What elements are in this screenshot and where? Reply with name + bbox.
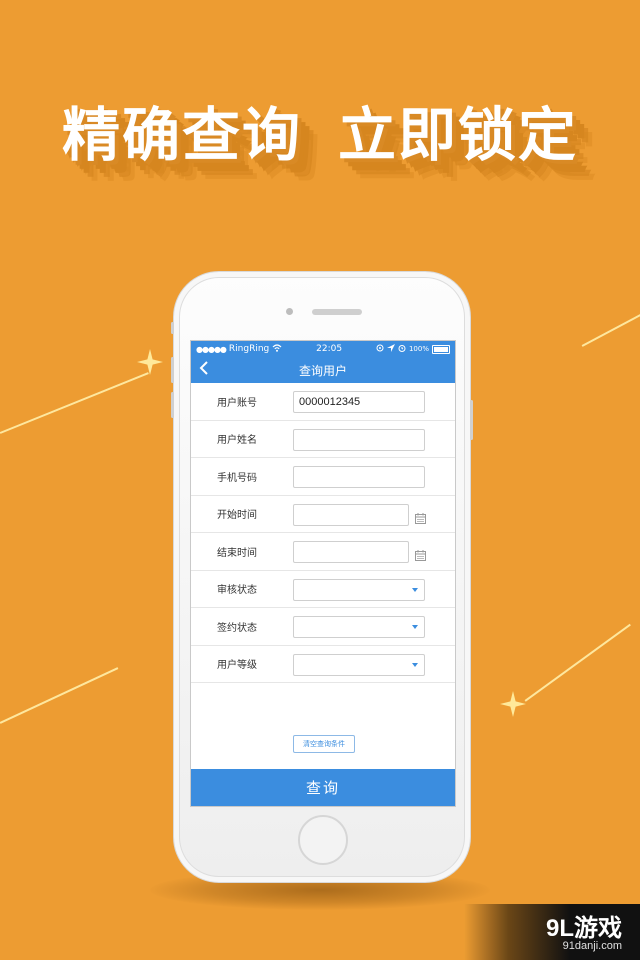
decorative-line: [0, 372, 149, 434]
headline-part-1: 精确查询: [61, 101, 302, 169]
query-button[interactable]: 查询: [191, 769, 455, 806]
chevron-left-icon[interactable]: [199, 361, 209, 378]
end-time-input[interactable]: [293, 541, 409, 563]
carrier-name: RingRing: [228, 344, 270, 354]
caret-down-icon: [412, 587, 418, 592]
watermark-brand: 9L游戏: [545, 915, 622, 942]
battery-percent: 100%: [408, 345, 429, 353]
status-bar: ●●●●● RingRing 22:05 100%: [191, 341, 455, 357]
phone-side-button: [171, 357, 174, 383]
decorative-line: [524, 623, 631, 702]
form-row-sign-status: 签约状态: [191, 608, 455, 646]
review-status-select[interactable]: [293, 578, 425, 601]
wifi-icon: [272, 343, 282, 355]
form-row-account: 用户账号 0000012345: [191, 383, 455, 421]
signal-icon: ●●●●●: [196, 344, 227, 354]
form-row-review-status: 审核状态: [191, 571, 455, 608]
query-form: 用户账号 0000012345 用户姓名 手机号码 开始时间 结束时间 审核状态: [191, 383, 455, 683]
form-row-start-time: 开始时间: [191, 496, 455, 533]
phone-screen: ●●●●● RingRing 22:05 100% 查询用户 用户账号 0000…: [190, 340, 456, 807]
battery-icon: [431, 344, 450, 354]
form-row-name: 用户姓名: [191, 421, 455, 458]
field-label: 开始时间: [217, 510, 257, 522]
sign-status-select[interactable]: [293, 616, 425, 638]
field-label: 手机号码: [217, 472, 257, 484]
field-label: 用户账号: [217, 397, 257, 409]
headline-part-2: 立即锁定: [338, 101, 579, 169]
decorative-line: [0, 667, 119, 724]
clock: 22:05: [316, 344, 343, 354]
sparkle-icon: [137, 349, 163, 375]
field-label: 结束时间: [217, 547, 257, 559]
nav-bar: 查询用户: [191, 357, 455, 383]
start-time-input[interactable]: [293, 503, 409, 526]
headline: 精确查询 立即锁定: [0, 88, 640, 172]
field-label: 用户等级: [217, 660, 257, 672]
watermark-logo: 9L游戏 91danji.com: [464, 904, 640, 960]
field-label: 签约状态: [217, 622, 257, 634]
field-label: 审核状态: [217, 585, 257, 597]
user-level-select[interactable]: [293, 653, 425, 676]
home-button[interactable]: [298, 815, 348, 865]
phone-side-button: [470, 400, 473, 440]
page-title: 查询用户: [298, 363, 347, 378]
alarm-icon: [398, 344, 406, 355]
caret-down-icon: [412, 662, 418, 667]
decorative-line: [581, 312, 640, 347]
name-input[interactable]: [293, 428, 425, 451]
form-row-user-level: 用户等级: [191, 646, 455, 683]
watermark-url: 91danji.com: [562, 940, 622, 952]
form-row-phone: 手机号码: [191, 458, 455, 496]
phone-side-button: [171, 392, 174, 418]
earpiece-speaker: [312, 309, 362, 315]
form-row-end-time: 结束时间: [191, 533, 455, 571]
caret-down-icon: [412, 625, 418, 629]
field-label: 用户姓名: [217, 435, 257, 447]
front-camera: [286, 308, 293, 315]
sparkle-icon: [500, 691, 526, 717]
lock-rotation-icon: [376, 344, 384, 355]
calendar-icon[interactable]: [415, 509, 426, 524]
location-icon: [386, 343, 395, 355]
calendar-icon[interactable]: [415, 546, 426, 561]
phone-side-button: [171, 322, 174, 334]
phone-input[interactable]: [293, 466, 425, 488]
account-input[interactable]: 0000012345: [293, 391, 425, 413]
clear-conditions-button[interactable]: 清空查询条件: [293, 735, 355, 753]
